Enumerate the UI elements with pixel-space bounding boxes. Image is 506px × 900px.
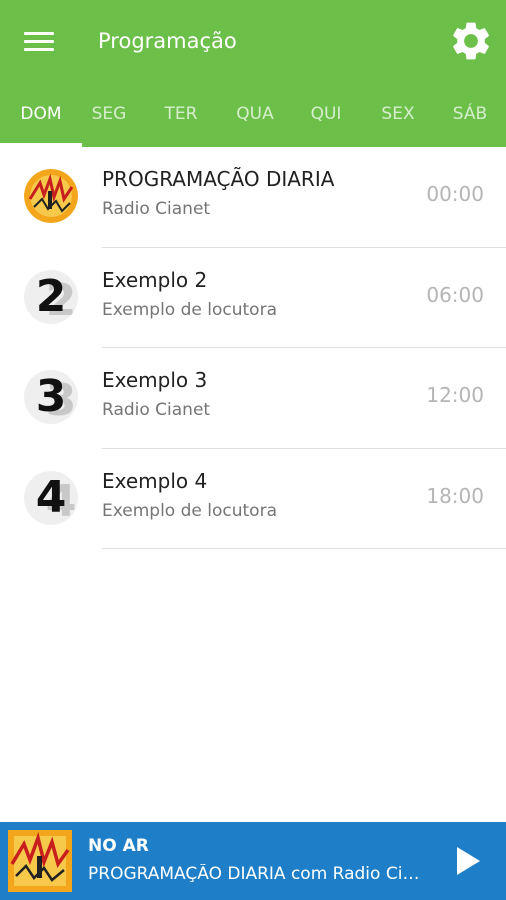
program-host: Exemplo de locutora [102,299,277,320]
settings-button[interactable] [448,18,494,64]
tab-seg[interactable]: SEG [75,86,143,147]
program-time: 00:00 [426,182,484,206]
now-playing-text: PROGRAMAÇÃO DIARIA com Radio Cianet [88,864,428,884]
gear-icon [453,22,489,60]
number-avatar: 2 2 [24,269,78,324]
program-title: PROGRAMAÇÃO DIARIA [102,167,335,191]
tab-qua[interactable]: QUA [221,86,289,147]
menu-icon-line [24,40,54,43]
tab-sab[interactable]: SÁB [436,86,504,147]
day-tabs: DOM SEG TER QUA QUI SEX SÁB [0,86,506,147]
play-button[interactable] [452,844,484,878]
radio-logo-icon [24,169,78,223]
play-icon [457,847,480,875]
program-title: Exemplo 4 [102,468,208,493]
avatar-digit: 2 [35,270,67,322]
number-avatar: 3 3 [24,370,78,424]
app-bar: Programação DOM SEG TER QUA QUI SEX SÁB [0,0,506,147]
now-playing-bar[interactable]: NO AR PROGRAMAÇÃO DIARIA com Radio Ciane… [0,822,506,900]
on-air-label: NO AR [88,836,149,856]
program-title: Exemplo 3 [102,368,208,392]
divider [102,548,506,549]
number-avatar: 4 4 [24,470,78,525]
avatar-digit: 4 [35,471,67,523]
program-host: Radio Cianet [102,400,211,420]
page-title: Programação [98,29,237,53]
tab-ter[interactable]: TER [147,86,215,147]
tab-qui[interactable]: QUI [292,86,360,147]
program-time: 12:00 [426,383,484,407]
list-item[interactable]: 4 4 Exemplo 4 Exemplo de locutora 18:00 [0,449,506,549]
program-time: 06:00 [426,282,484,307]
radio-logo-icon [8,830,72,892]
program-host: Radio Cianet [102,199,211,219]
menu-button[interactable] [22,28,58,56]
menu-icon-line [24,48,54,51]
program-title: Exemplo 2 [102,267,208,292]
radio-logo-avatar [24,169,78,223]
tab-sex[interactable]: SEX [364,86,432,147]
list-item[interactable]: PROGRAMAÇÃO DIARIA Radio Cianet 00:00 [0,147,506,248]
list-item[interactable]: 2 2 Exemplo 2 Exemplo de locutora 06:00 [0,248,506,348]
tab-dom[interactable]: DOM [0,86,82,147]
list-item[interactable]: 3 3 Exemplo 3 Radio Cianet 12:00 [0,348,506,449]
program-host: Exemplo de locutora [102,500,277,521]
avatar-digit: 3 [35,371,67,422]
schedule-list: PROGRAMAÇÃO DIARIA Radio Cianet 00:00 2 … [0,147,506,549]
program-time: 18:00 [426,483,484,508]
menu-icon-line [24,32,54,35]
player-logo [8,830,72,892]
